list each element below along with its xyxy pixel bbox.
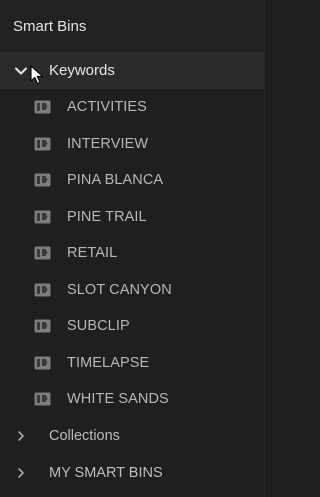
mouse-pointer-icon [30,65,44,85]
smart-bin-label: SUBCLIP [67,318,130,335]
group-collections[interactable]: Collections [0,418,264,455]
smart-bin-label: PINE TRAIL [67,208,147,225]
group-my-smart-bins-label: MY SMART BINS [49,465,163,481]
group-my-smart-bins[interactable]: MY SMART BINS [0,455,264,492]
keyword-bin-icon [34,246,51,260]
smart-bin-item-interview[interactable]: INTERVIEW [0,126,264,163]
smart-bin-item-activities[interactable]: ACTIVITIES [0,89,264,126]
smart-bin-label: TIMELAPSE [67,354,150,371]
smart-bin-label: INTERVIEW [67,135,149,152]
smart-bin-item-slot-canyon[interactable]: SLOT CANYON [0,272,264,309]
panel-header: Smart Bins [0,0,264,52]
smart-bins-panel: Smart Bins Keywords ACTIVITIES INTERVIEW… [0,0,265,497]
group-collections-label: Collections [49,428,120,444]
chevron-right-icon[interactable] [14,466,28,480]
keyword-bin-icon [34,392,51,406]
keyword-bin-icon [34,137,51,151]
keywords-list: ACTIVITIES INTERVIEW PINA BLANCA PINE TR… [0,89,264,418]
keyword-bin-icon [34,210,51,224]
smart-bin-item-pine-trail[interactable]: PINE TRAIL [0,199,264,236]
smart-bin-item-subclip[interactable]: SUBCLIP [0,308,264,345]
keyword-bin-icon [34,283,51,297]
smart-bin-label: SLOT CANYON [67,281,172,298]
smart-bin-item-pina-blanca[interactable]: PINA BLANCA [0,162,264,199]
smart-bin-label: PINA BLANCA [67,172,164,189]
smart-bin-label: ACTIVITIES [67,99,147,116]
group-keywords[interactable]: Keywords [0,52,264,89]
keyword-bin-icon [34,173,51,187]
chevron-down-icon[interactable] [14,64,28,78]
keyword-bin-icon [34,319,51,333]
panel-title: Smart Bins [13,17,87,35]
smart-bin-label: WHITE SANDS [67,391,169,408]
group-keywords-label: Keywords [49,62,115,79]
smart-bin-label: RETAIL [67,245,118,262]
keyword-bin-icon [34,100,51,114]
keyword-bin-icon [34,356,51,370]
smart-bin-item-white-sands[interactable]: WHITE SANDS [0,381,264,418]
chevron-right-icon[interactable] [14,429,28,443]
smart-bin-item-timelapse[interactable]: TIMELAPSE [0,345,264,382]
smart-bin-item-retail[interactable]: RETAIL [0,235,264,272]
